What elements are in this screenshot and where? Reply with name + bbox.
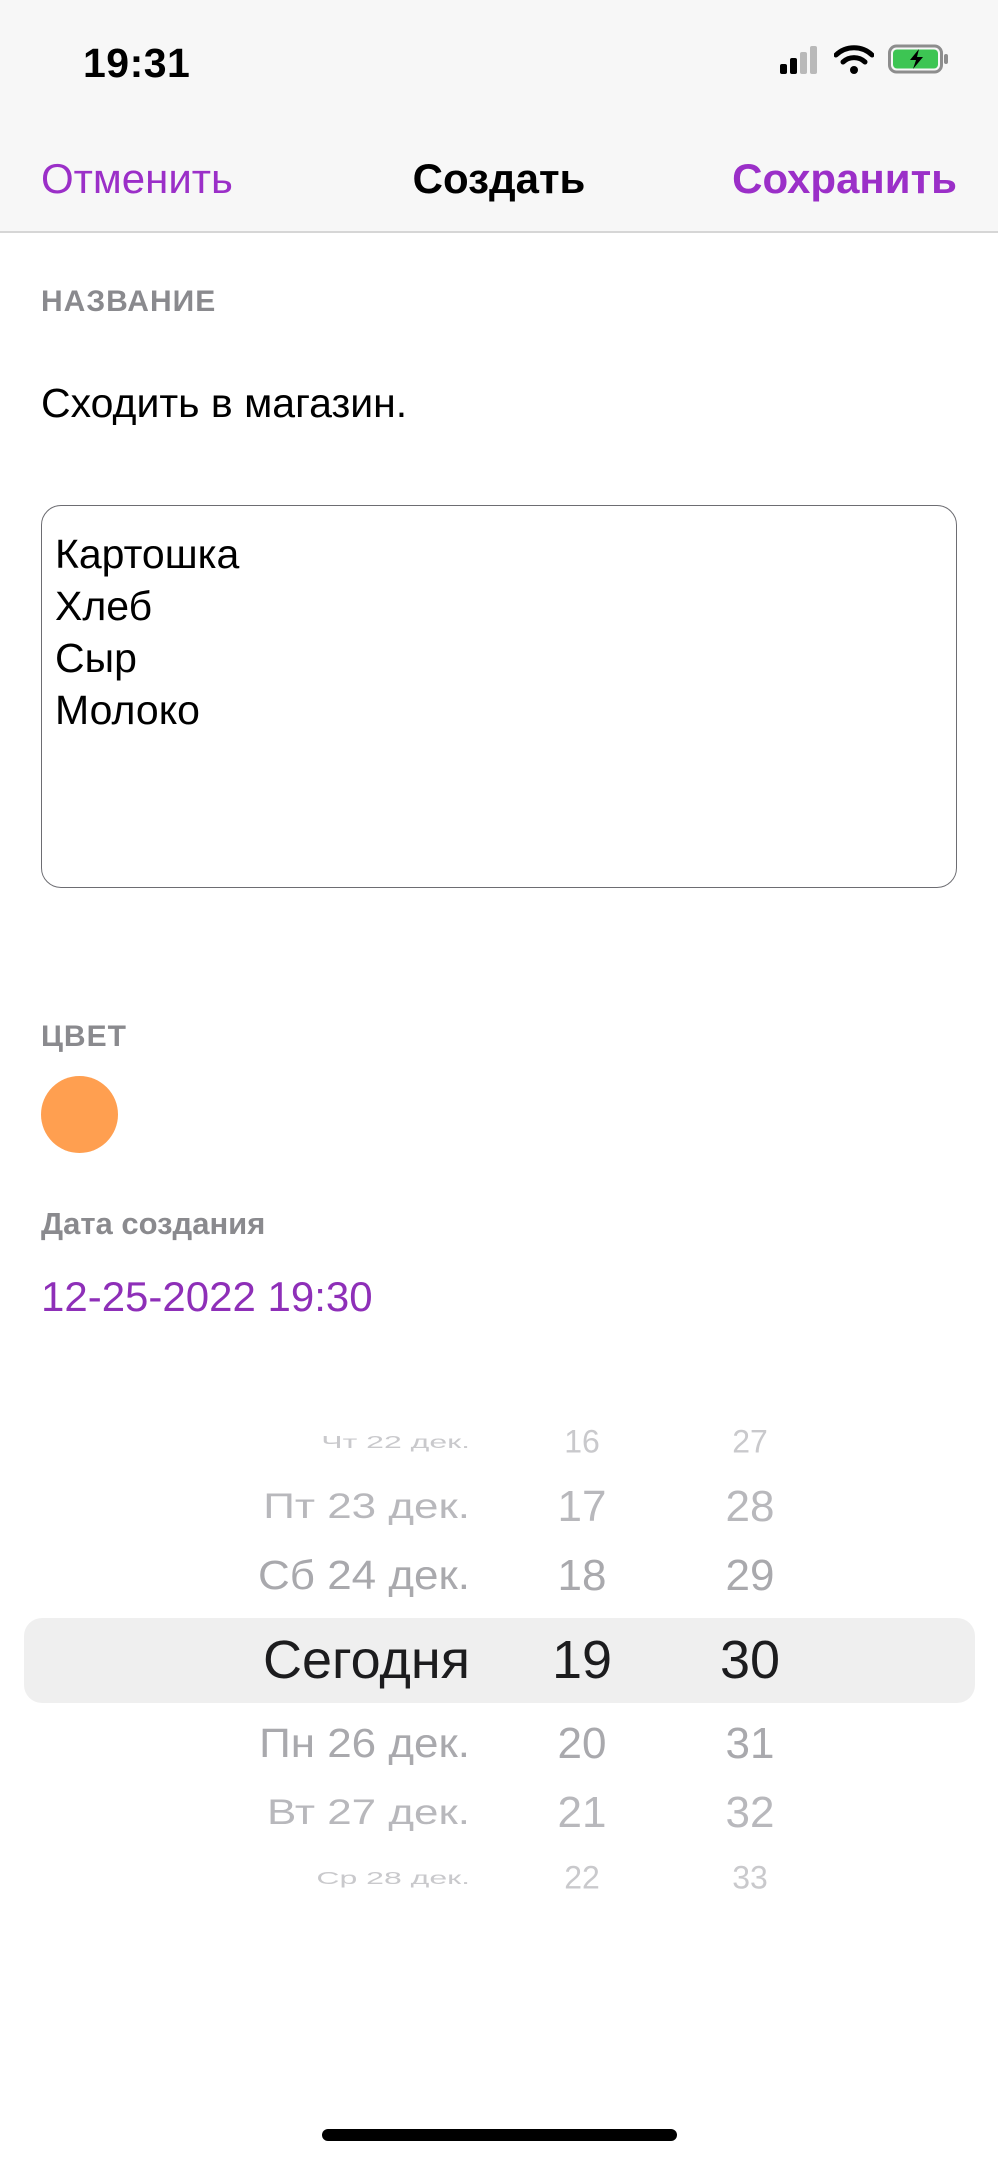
notes-line: Картошка — [55, 531, 240, 577]
picker-hour-label: 18 — [557, 1551, 607, 1600]
picker-selection-highlight — [24, 1618, 975, 1703]
picker-minute-label: 31 — [725, 1719, 775, 1768]
date-time-picker[interactable]: Ср 21 дек.1526Чт 22 дек.1627Пт 23 дек.17… — [0, 1420, 998, 1890]
notes-text-area[interactable]: Картошка Хлеб Сыр Молоко — [41, 505, 957, 888]
picker-minute-label: 33 — [732, 1859, 768, 1891]
status-time: 19:31 — [83, 40, 191, 86]
picker-day-label: Сегодня — [263, 1630, 470, 1690]
notes-line: Сыр — [55, 635, 137, 681]
save-button[interactable]: Сохранить — [732, 155, 957, 203]
color-swatch[interactable] — [41, 1076, 118, 1153]
picker-hour-label: 19 — [551, 1630, 613, 1690]
picker-hour-label: 16 — [564, 1423, 600, 1460]
date-value[interactable]: 12-25-2022 19:30 — [41, 1273, 373, 1321]
picker-hour-label: 20 — [557, 1719, 607, 1768]
picker-hour-label: 21 — [557, 1788, 607, 1837]
home-indicator[interactable] — [322, 2129, 677, 2141]
picker-minute-label: 28 — [725, 1482, 775, 1531]
picker-day-label: Вт 27 дек. — [266, 1793, 470, 1833]
picker-day-label: Сб 24 дек. — [258, 1553, 470, 1599]
picker-minute-label: 27 — [732, 1423, 768, 1460]
title-input[interactable]: Сходить в магазин. — [41, 380, 407, 427]
status-icons — [780, 44, 950, 79]
picker-minute-label: 29 — [725, 1551, 775, 1600]
picker-day-label: Пт 23 дек. — [263, 1487, 470, 1527]
battery-charging-icon — [888, 44, 950, 79]
picker-hour-label: 17 — [557, 1482, 607, 1531]
picker-day-label: Ср 28 дек. — [316, 1867, 470, 1888]
notes-line: Хлеб — [55, 583, 153, 629]
cellular-signal-icon — [780, 44, 820, 79]
color-section-label: ЦВЕТ — [41, 1020, 127, 1053]
picker-minute-label: 32 — [725, 1788, 775, 1837]
notes-line: Молоко — [55, 687, 200, 733]
navigation-bar: 19:31 Отменить Создать Сохранить — [0, 0, 998, 233]
title-section-label: НАЗВАНИЕ — [41, 285, 217, 318]
picker-minute-label: 30 — [719, 1630, 781, 1690]
picker-day-label: Пн 26 дек. — [259, 1721, 470, 1767]
date-label: Дата создания — [41, 1206, 266, 1241]
picker-day-label: Чт 22 дек. — [321, 1431, 470, 1452]
picker-hour-label: 22 — [564, 1859, 600, 1891]
wifi-icon — [833, 44, 875, 79]
